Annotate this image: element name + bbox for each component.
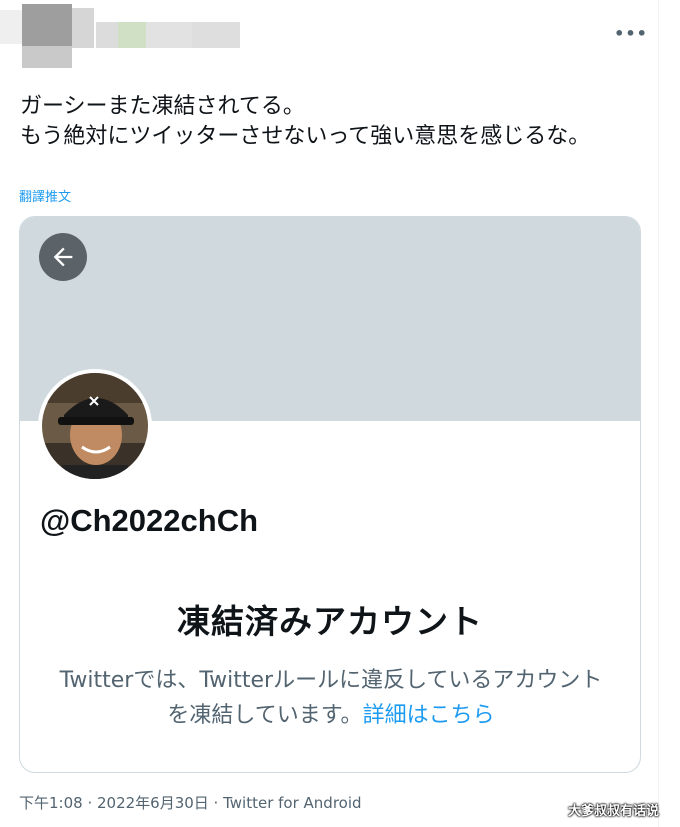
column-divider	[658, 0, 659, 827]
suspended-title: 凍結済みアカウント	[177, 602, 483, 641]
avatar-photo	[42, 373, 148, 479]
suspended-description: Twitterでは、Twitterルールに違反しているアカウントを凍結しています…	[50, 663, 612, 733]
suspended-description-text: Twitterでは、Twitterルールに違反しているアカウントを凍結しています…	[59, 668, 603, 728]
more-options-button[interactable]: •••	[612, 20, 650, 46]
avatar[interactable]	[38, 369, 152, 483]
tweet-text: ガーシーまた凍結されてる。 もう絶対にツイッターさせないって強い意思を感じるな。	[20, 94, 591, 149]
tweet-page: ••• ガーシーまた凍結されてる。 もう絶対にツイッターさせないって強い意思を感…	[0, 0, 680, 827]
learn-more-link[interactable]: 詳細はこちら	[363, 703, 495, 728]
more-horizontal-icon: •••	[614, 23, 648, 43]
arrow-left-icon	[53, 247, 73, 267]
watermark: 大爹叔叔有话说	[568, 804, 660, 819]
blurred-author-header	[0, 0, 250, 72]
back-button[interactable]	[39, 233, 87, 281]
suspended-account-card[interactable]: @Ch2022chCh 凍結済みアカウント Twitterでは、Twitterル…	[19, 216, 641, 773]
tweet-timestamp[interactable]: 下午1:08 · 2022年6月30日 · Twitter for Androi…	[19, 792, 362, 813]
account-handle: @Ch2022chCh	[40, 503, 259, 538]
translate-tweet-link[interactable]: 翻譯推文	[19, 186, 71, 205]
